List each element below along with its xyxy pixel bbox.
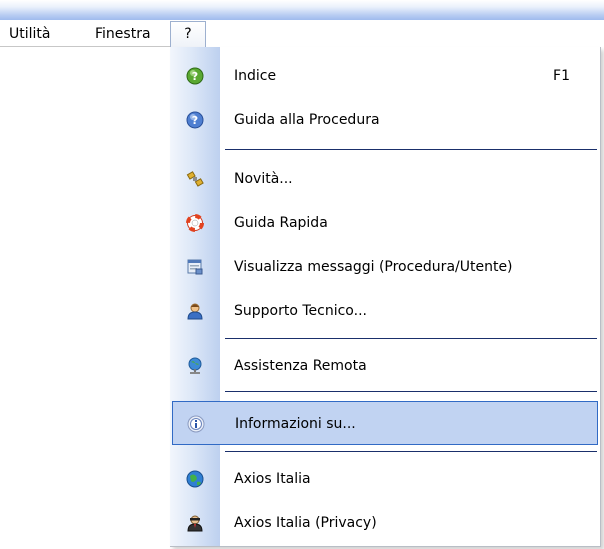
menu-item-label: Assistenza Remota — [234, 358, 367, 374]
menu-item-indice[interactable]: ? Indice F1 — [170, 54, 600, 98]
menu-item-label: Novità... — [234, 171, 293, 187]
menu-item-label: Guida alla Procedura — [234, 112, 380, 128]
help-blue-icon: ? — [186, 111, 204, 129]
svg-text:?: ? — [192, 114, 198, 127]
menu-item-shortcut: F1 — [553, 68, 570, 84]
menu-item-guida-rapida[interactable]: Guida Rapida — [170, 201, 600, 245]
globe-icon — [186, 470, 204, 488]
help-green-icon: ? — [186, 67, 204, 85]
help-dropdown-menu: ? Indice F1 ? Guida alla Procedura Novit… — [170, 47, 601, 547]
support-user-icon — [186, 302, 204, 320]
menu-item-visualizza-messaggi[interactable]: Visualizza messaggi (Procedura/Utente) — [170, 245, 600, 289]
menu-item-label: Supporto Tecnico... — [234, 303, 367, 319]
privacy-agent-icon — [186, 514, 204, 532]
window-top-strip — [0, 0, 604, 20]
menu-separator — [225, 338, 597, 342]
menu-item-label: Axios Italia — [234, 471, 311, 487]
menu-item-novita[interactable]: Novità... — [170, 157, 600, 201]
messages-window-icon — [186, 258, 204, 276]
menu-item-label: Indice — [234, 68, 277, 84]
menu-bar — [0, 20, 604, 48]
menu-bar-baseline — [0, 46, 170, 47]
menu-finestra[interactable]: Finestra — [93, 24, 153, 44]
menu-item-supporto-tecnico[interactable]: Supporto Tecnico... — [170, 289, 600, 333]
satellite-icon — [186, 170, 204, 188]
lifebuoy-icon — [186, 214, 204, 232]
menu-separator — [225, 451, 597, 455]
menu-separator — [225, 149, 597, 153]
menu-item-label: Guida Rapida — [234, 215, 328, 231]
info-icon — [187, 415, 205, 433]
menu-utilita[interactable]: Utilità — [7, 24, 52, 44]
menu-item-label: Informazioni su... — [235, 416, 356, 432]
remote-assistance-icon — [186, 357, 204, 375]
menu-item-axios-italia[interactable]: Axios Italia — [170, 457, 600, 501]
menu-item-guida-procedura[interactable]: ? Guida alla Procedura — [170, 98, 600, 142]
svg-text:?: ? — [192, 70, 198, 83]
menu-item-label: Visualizza messaggi (Procedura/Utente) — [234, 259, 513, 275]
menu-item-label: Axios Italia (Privacy) — [234, 515, 377, 531]
menu-help[interactable]: ? — [170, 21, 206, 48]
menu-separator — [225, 391, 597, 395]
menu-item-axios-privacy[interactable]: Axios Italia (Privacy) — [170, 501, 600, 545]
menu-item-informazioni[interactable]: Informazioni su... — [172, 401, 598, 445]
menu-item-assistenza-remota[interactable]: Assistenza Remota — [170, 344, 600, 388]
